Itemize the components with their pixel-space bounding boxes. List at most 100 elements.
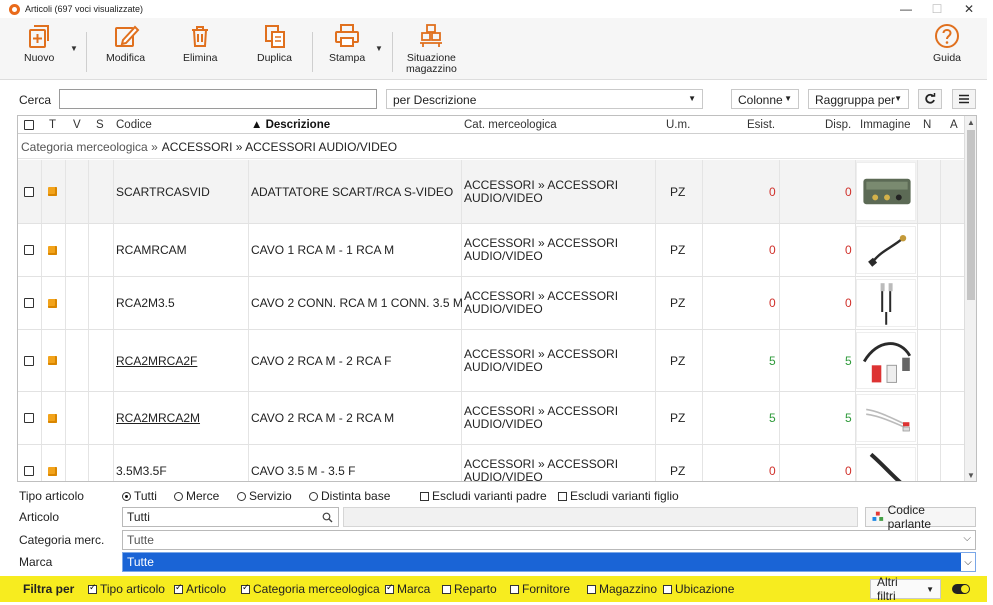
column-divider <box>41 277 42 329</box>
duplica-label: Duplica <box>257 52 293 64</box>
row-checkbox[interactable] <box>24 186 34 197</box>
header-disp[interactable]: Disp. <box>825 116 851 134</box>
colonne-button[interactable]: Colonne ▼ <box>731 89 799 109</box>
filter-categoria[interactable]: Categoria merceologica <box>241 582 380 596</box>
radio-merce[interactable]: Merce <box>174 489 219 503</box>
codice-cell[interactable]: RCA2MRCA2M <box>116 392 200 444</box>
modifica-button[interactable]: Modifica <box>106 22 145 64</box>
scroll-thumb[interactable] <box>967 130 975 300</box>
stampa-button[interactable]: Stampa <box>329 22 365 64</box>
codice-cell[interactable]: SCARTRCASVID <box>116 160 210 223</box>
vertical-scrollbar[interactable]: ▲ ▼ <box>964 116 976 481</box>
close-button[interactable]: ✕ <box>954 0 984 18</box>
header-um[interactable]: U.m. <box>666 116 690 134</box>
esistenza-cell: 0 <box>769 243 776 257</box>
checkbox-escludi-padre[interactable]: Escludi varianti padre <box>420 489 547 503</box>
filter-toggle-switch[interactable] <box>952 584 970 594</box>
filter-articolo[interactable]: Articolo <box>174 582 226 596</box>
table-row[interactable]: 3.5M3.5F CAVO 3.5 M - 3.5 F ACCESSORI » … <box>18 445 965 481</box>
column-divider <box>779 160 780 223</box>
situazione-magazzino-button[interactable]: Situazione magazzino <box>406 22 457 75</box>
filter-magazzino[interactable]: Magazzino <box>587 582 657 596</box>
table-row[interactable]: RCA2MRCA2F CAVO 2 RCA M - 2 RCA F ACCESS… <box>18 330 965 392</box>
nuovo-button[interactable]: Nuovo <box>24 22 54 64</box>
refresh-button[interactable] <box>918 89 942 109</box>
categoria-line-2: AUDIO/VIDEO <box>464 417 543 431</box>
checkbox-icon <box>558 492 567 501</box>
row-checkbox[interactable] <box>24 298 34 308</box>
row-checkbox-cell[interactable] <box>24 445 34 481</box>
row-checkbox[interactable] <box>24 466 34 476</box>
categoria-select[interactable]: Tutte ⌵ <box>122 530 976 550</box>
minimize-button[interactable]: — <box>891 0 921 18</box>
codice-parlante-button[interactable]: Codice parlante <box>865 503 976 531</box>
column-divider <box>113 330 114 391</box>
table-row[interactable]: RCA2M3.5 CAVO 2 CONN. RCA M 1 CONN. 3.5 … <box>18 277 965 330</box>
column-divider <box>702 445 703 481</box>
codice-cell[interactable]: RCAMRCAM <box>116 224 187 276</box>
articolo-field[interactable]: Tutti <box>122 507 339 527</box>
header-n[interactable]: N <box>923 116 931 134</box>
row-checkbox[interactable] <box>24 245 34 255</box>
radio-servizio[interactable]: Servizio <box>237 489 292 503</box>
raggruppa-button[interactable]: Raggruppa per ▼ <box>808 89 909 109</box>
stampa-dropdown-icon[interactable]: ▼ <box>375 44 383 53</box>
column-divider <box>248 224 249 276</box>
filter-ubicazione[interactable]: Ubicazione <box>663 582 734 596</box>
group-header[interactable]: Categoria merceologica » ACCESSORI » ACC… <box>18 135 965 159</box>
categoria-cell: ACCESSORI » ACCESSORI AUDIO/VIDEO <box>464 392 618 444</box>
checkbox-checked-icon <box>174 582 183 594</box>
hamburger-menu-icon <box>959 94 969 104</box>
column-divider <box>461 224 462 276</box>
header-immagine[interactable]: Immagine <box>860 116 911 134</box>
column-divider <box>113 277 114 329</box>
header-t[interactable]: T <box>49 116 56 134</box>
filter-fornitore[interactable]: Fornitore <box>510 582 570 596</box>
row-checkbox-cell[interactable] <box>24 160 34 223</box>
radio-tutti[interactable]: Tutti <box>122 489 157 503</box>
product-image <box>856 447 916 481</box>
table-row[interactable]: RCA2MRCA2M CAVO 2 RCA M - 2 RCA M ACCESS… <box>18 392 965 445</box>
elimina-button[interactable]: Elimina <box>183 22 217 64</box>
nuovo-dropdown-icon[interactable]: ▼ <box>70 44 78 53</box>
maximize-button[interactable]: ☐ <box>922 0 952 18</box>
table-row[interactable]: SCARTRCASVID ADATTATORE SCART/RCA S-VIDE… <box>18 160 965 224</box>
filter-reparto-label: Reparto <box>454 582 497 596</box>
header-v[interactable]: V <box>73 116 81 134</box>
header-codice[interactable]: Codice <box>116 116 152 134</box>
header-select-all[interactable] <box>24 116 34 134</box>
radio-distinta-base[interactable]: Distinta base <box>309 489 390 503</box>
search-mode-select[interactable]: per Descrizione ▼ <box>386 89 703 109</box>
table-row[interactable]: RCAMRCAM CAVO 1 RCA M - 1 RCA M ACCESSOR… <box>18 224 965 277</box>
header-esist[interactable]: Esist. <box>747 116 775 134</box>
header-s[interactable]: S <box>96 116 104 134</box>
scroll-down-icon[interactable]: ▼ <box>965 469 976 481</box>
codice-cell[interactable]: 3.5M3.5F <box>116 445 167 481</box>
categoria-cell: ACCESSORI » ACCESSORI AUDIO/VIDEO <box>464 224 618 276</box>
row-checkbox-cell[interactable] <box>24 224 34 276</box>
duplica-button[interactable]: Duplica <box>257 22 292 64</box>
select-all-checkbox[interactable] <box>24 120 34 130</box>
group-key: Categoria merceologica » <box>21 139 158 154</box>
guida-button[interactable]: Guida <box>933 22 961 64</box>
marca-select[interactable]: Tutte ⌵ <box>122 552 976 572</box>
codice-cell[interactable]: RCA2M3.5 <box>116 277 175 329</box>
filter-reparto[interactable]: Reparto <box>442 582 497 596</box>
filter-marca[interactable]: Marca <box>385 582 430 596</box>
codice-cell[interactable]: RCA2MRCA2F <box>116 330 197 391</box>
row-checkbox[interactable] <box>24 413 34 423</box>
header-descrizione[interactable]: ▲ Descrizione <box>251 116 330 134</box>
filter-tipo-articolo[interactable]: Tipo articolo <box>88 582 165 596</box>
row-checkbox-cell[interactable] <box>24 392 34 444</box>
column-divider <box>248 330 249 391</box>
altri-filtri-button[interactable]: Altri filtri ▼ <box>870 575 941 603</box>
row-checkbox[interactable] <box>24 355 34 366</box>
row-checkbox-cell[interactable] <box>24 277 34 329</box>
header-a[interactable]: A <box>950 116 958 134</box>
checkbox-escludi-figlio[interactable]: Escludi varianti figlio <box>558 489 679 503</box>
row-checkbox-cell[interactable] <box>24 330 34 391</box>
menu-button[interactable] <box>952 89 976 109</box>
header-cat-merceologica[interactable]: Cat. merceologica <box>464 116 557 134</box>
scroll-up-icon[interactable]: ▲ <box>965 116 976 128</box>
search-input[interactable] <box>59 89 377 109</box>
